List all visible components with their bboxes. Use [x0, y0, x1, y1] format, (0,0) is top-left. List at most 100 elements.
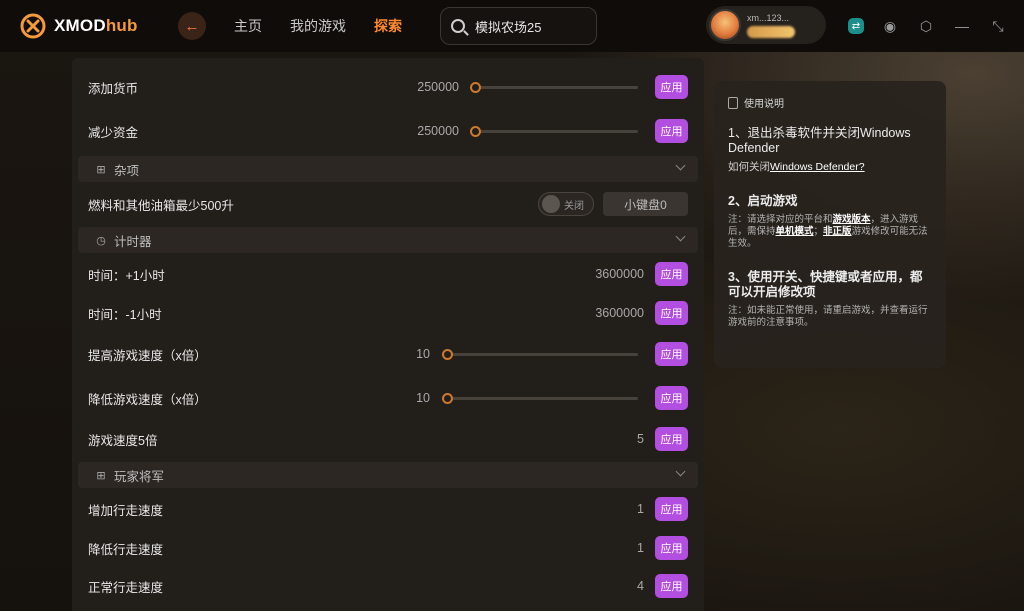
chevron-down-icon — [675, 466, 686, 477]
mod-row-walk-speed-normal: 正常行走速度 4 应用 — [72, 568, 704, 604]
apply-button[interactable]: 应用 — [655, 574, 688, 598]
switch-icon[interactable]: ⇄ — [848, 18, 864, 34]
windows-defender-link[interactable]: Windows Defender? — [770, 161, 865, 173]
mod-value: 10 — [416, 347, 430, 361]
non-genuine-link[interactable]: 非正版 — [823, 226, 852, 237]
apply-button[interactable]: 应用 — [655, 536, 688, 560]
slider-thumb[interactable] — [470, 125, 481, 137]
apply-button[interactable]: 应用 — [655, 342, 688, 366]
mod-row-speed-5x: 游戏速度5倍 5 应用 — [72, 421, 704, 457]
mod-row-walk-speed-down: 降低行走速度 1 应用 — [72, 530, 704, 566]
toggle-switch[interactable]: 关闭 — [538, 192, 594, 216]
grid-icon: ⊞ — [96, 469, 106, 482]
single-player-link[interactable]: 单机模式 — [776, 226, 814, 237]
apply-button[interactable]: 应用 — [655, 301, 688, 325]
apply-button[interactable]: 应用 — [655, 427, 688, 451]
mod-label: 添加货币 — [88, 81, 139, 96]
user-name: xm...123... — [747, 12, 790, 23]
nav-my-games[interactable]: 我的游戏 — [290, 16, 346, 36]
mod-label: 降低行走速度 — [88, 542, 164, 557]
apply-button[interactable]: 应用 — [655, 497, 688, 521]
document-icon — [728, 96, 738, 109]
mod-label: 减少资金 — [88, 125, 139, 140]
search-value: 模拟农场25 — [475, 19, 542, 35]
mod-value: 250000 — [417, 124, 459, 138]
value-slider[interactable] — [442, 392, 638, 404]
xmod-logo-icon — [20, 13, 46, 39]
help-step-2: 2、启动游戏 注：请选择对应的平台和游戏版本，进入游戏后，需保持单机模式；非正版… — [728, 194, 932, 250]
slider-thumb[interactable] — [442, 392, 453, 404]
step-note: 注：请选择对应的平台和游戏版本，进入游戏后，需保持单机模式；非正版游戏修改可能无… — [728, 214, 928, 249]
value-slider[interactable] — [442, 348, 638, 360]
apply-button[interactable]: 应用 — [655, 262, 688, 286]
step-title: 2、启动游戏 — [728, 194, 798, 208]
value-slider[interactable] — [470, 81, 638, 93]
mod-label: 时间：+1小时 — [88, 268, 165, 283]
section-label: 计时器 — [114, 234, 152, 249]
section-player[interactable]: ⊞ 玩家将军 — [78, 462, 698, 488]
mod-value: 250000 — [417, 80, 459, 94]
arrow-left-icon: ← — [184, 17, 200, 35]
maximize-icon[interactable]: ⤡ — [988, 16, 1008, 36]
section-label: 玩家将军 — [114, 469, 165, 484]
avatar — [709, 9, 741, 41]
search-icon — [451, 19, 465, 33]
section-misc[interactable]: ⊞ 杂项 — [78, 156, 698, 182]
nav-home[interactable]: 主页 — [234, 16, 262, 36]
app-name: XMODhub — [54, 16, 138, 35]
game-version-link[interactable]: 游戏版本 — [833, 214, 871, 225]
mod-row-reduce-money: 减少资金 250000 应用 — [72, 113, 704, 149]
titlebar-icons: ⇄ ◉ ⬡ — ⤡ — [848, 16, 1024, 36]
mod-row-time-minus: 时间：-1小时 3600000 应用 — [72, 295, 704, 331]
step-title: 1、退出杀毒软件并关闭Windows Defender — [728, 126, 911, 155]
mod-value: 10 — [416, 391, 430, 405]
section-timer[interactable]: ◷ 计时器 — [78, 227, 698, 253]
user-badge — [747, 25, 795, 38]
chevron-down-icon — [675, 160, 686, 171]
help-step-3: 3、使用开关、快捷键或者应用，都可以开启修改项 注：如未能正常使用，请重启游戏，… — [728, 270, 932, 329]
hotkey-button[interactable]: 小键盘0 — [603, 192, 688, 216]
mod-row-time-plus: 时间：+1小时 3600000 应用 — [72, 256, 704, 292]
mod-value: 3600000 — [595, 267, 644, 281]
nav-explore[interactable]: 探索 — [374, 16, 402, 36]
mod-row-add-money: 添加货币 250000 应用 — [72, 69, 704, 105]
value-slider[interactable] — [470, 125, 638, 137]
grid-icon: ⊞ — [96, 163, 106, 176]
minimize-icon[interactable]: — — [952, 16, 972, 36]
settings-icon[interactable]: ⬡ — [916, 16, 936, 36]
mod-label: 燃料和其他油箱最少500升 — [88, 198, 234, 213]
step-title: 3、使用开关、快捷键或者应用，都可以开启修改项 — [728, 270, 923, 299]
user-profile[interactable]: xm...123... — [706, 6, 826, 44]
step-note: 注：如未能正常使用，请重启游戏，并查看运行游戏前的注意事项。 — [728, 305, 928, 328]
mod-value: 4 — [637, 579, 644, 593]
apply-button[interactable]: 应用 — [655, 386, 688, 410]
back-button[interactable]: ← — [178, 12, 206, 40]
search-input[interactable]: 模拟农场25 — [440, 7, 597, 45]
help-card: 使用说明 1、退出杀毒软件并关闭Windows Defender 如何关闭Win… — [714, 81, 946, 368]
mod-row-speed-down: 降低游戏速度（x倍） 10 应用 — [72, 380, 704, 416]
toggle-knob — [542, 195, 560, 213]
mod-label: 正常行走速度 — [88, 580, 164, 595]
mod-value: 1 — [637, 541, 644, 555]
mod-label: 时间：-1小时 — [88, 307, 162, 322]
slider-thumb[interactable] — [442, 348, 453, 360]
mod-value: 1 — [637, 502, 644, 516]
mod-panel: 添加货币 250000 应用 减少资金 250000 应用 ⊞ 杂项 燃料和其他… — [72, 58, 704, 611]
main-nav: 主页 我的游戏 探索 — [234, 16, 430, 36]
mod-row-walk-speed-up: 增加行走速度 1 应用 — [72, 491, 704, 527]
clock-icon: ◷ — [96, 234, 106, 247]
toggle-label: 关闭 — [564, 200, 584, 212]
mod-row-fuel: 燃料和其他油箱最少500升 关闭 小键盘0 — [72, 186, 704, 222]
help-step-1: 1、退出杀毒软件并关闭Windows Defender 如何关闭Windows … — [728, 126, 932, 174]
mod-label: 提高游戏速度（x倍） — [88, 348, 207, 363]
apply-button[interactable]: 应用 — [655, 75, 688, 99]
mod-row-speed-up: 提高游戏速度（x倍） 10 应用 — [72, 336, 704, 372]
section-label: 杂项 — [114, 163, 140, 178]
apply-button[interactable]: 应用 — [655, 119, 688, 143]
slider-thumb[interactable] — [470, 81, 481, 93]
step-text: 如何关闭 — [728, 161, 770, 173]
mod-label: 降低游戏速度（x倍） — [88, 392, 207, 407]
app-logo[interactable]: XMODhub — [20, 13, 155, 39]
notification-icon[interactable]: ◉ — [880, 16, 900, 36]
help-title: 使用说明 — [744, 99, 784, 110]
